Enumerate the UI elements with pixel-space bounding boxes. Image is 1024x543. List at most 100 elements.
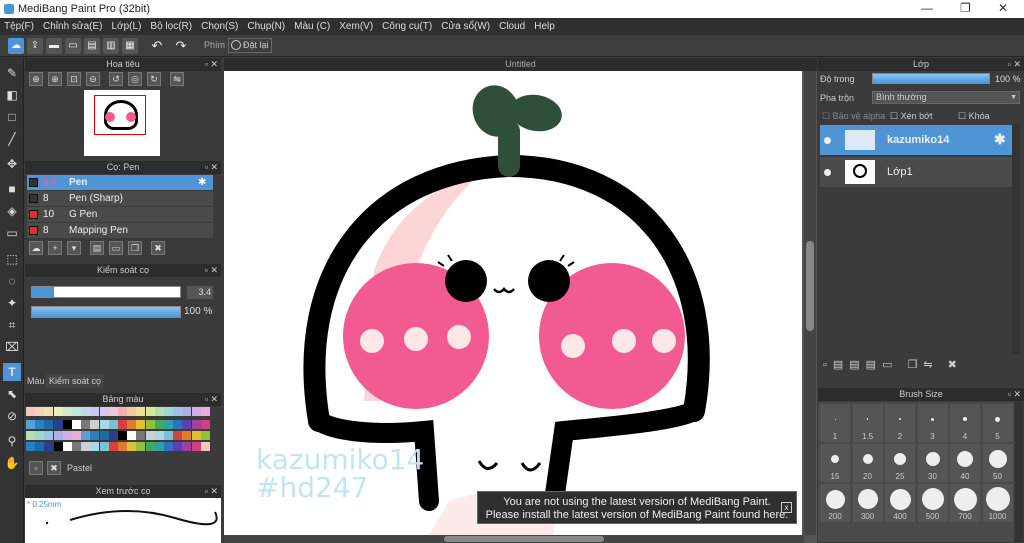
brush-size-cell[interactable]: 500	[917, 484, 948, 522]
brush-size-cell[interactable]: 3	[917, 404, 948, 442]
palette-swatch[interactable]	[200, 420, 210, 429]
close-icon[interactable]: ✕	[998, 1, 1008, 15]
magic-wand-icon[interactable]: ✦	[3, 294, 21, 312]
brush-size-cell[interactable]: 40	[950, 444, 980, 482]
restore-icon[interactable]: ❐	[960, 1, 971, 15]
panel-close-icon[interactable]: ▫ ✕	[205, 161, 218, 174]
fit-icon[interactable]: ⊡	[67, 72, 81, 86]
palette-swatch[interactable]	[44, 431, 54, 440]
menu-window[interactable]: Cửa sổ(W)	[441, 21, 490, 32]
palette-swatch[interactable]	[136, 420, 146, 429]
upload-icon[interactable]: ⇪	[27, 38, 43, 54]
palette-swatch[interactable]	[62, 431, 72, 440]
brush-size-cell[interactable]: 2	[885, 404, 915, 442]
palette-swatch[interactable]	[72, 420, 81, 429]
palette-swatch[interactable]	[118, 420, 127, 429]
eyedropper-icon[interactable]: ⚲	[3, 432, 21, 450]
folder-icon[interactable]: ▭	[109, 241, 123, 255]
palette-swatch[interactable]	[62, 407, 72, 416]
panel-close-icon[interactable]: ▫ ✕	[205, 485, 218, 498]
size-slider[interactable]	[31, 286, 181, 298]
palette-swatch[interactable]	[182, 442, 192, 451]
palette-swatch[interactable]	[35, 431, 45, 440]
palette-swatch[interactable]	[44, 442, 54, 451]
palette-swatch[interactable]	[173, 420, 183, 429]
layer-opacity-slider[interactable]	[872, 73, 990, 84]
palette-swatch[interactable]	[108, 442, 118, 451]
palette-swatch[interactable]	[35, 407, 45, 416]
lock-checkbox[interactable]: ☐ Khóa	[958, 111, 990, 122]
select-tool-icon[interactable]: ⬚	[3, 250, 21, 268]
undo-icon[interactable]: ↶	[149, 38, 165, 54]
palette-swatch[interactable]	[154, 431, 164, 440]
palette-swatch[interactable]	[182, 431, 192, 440]
horizontal-scrollbar[interactable]	[224, 535, 804, 543]
palette-swatch[interactable]	[191, 442, 201, 451]
update-notice[interactable]: You are not using the latest version of …	[477, 491, 797, 524]
palette-swatch[interactable]	[99, 442, 109, 451]
palette-swatch[interactable]	[99, 420, 109, 429]
vertical-scroll-thumb[interactable]	[806, 241, 814, 331]
reset-rotate-icon[interactable]: ◎	[128, 72, 142, 86]
brush-size-cell[interactable]: 300	[852, 484, 883, 522]
layer-row[interactable]: kazumiko14 ✱	[820, 125, 1012, 155]
brush-size-cell[interactable]: 400	[885, 484, 915, 522]
protect-alpha-checkbox[interactable]: ☐ Bảo vệ alpha	[822, 111, 885, 122]
palette-swatch[interactable]	[118, 431, 127, 440]
palette-swatch[interactable]	[182, 420, 192, 429]
palette-swatch[interactable]	[108, 420, 118, 429]
brush-size-cell[interactable]: 15	[820, 444, 850, 482]
palette-swatch[interactable]	[81, 407, 91, 416]
palette-swatch[interactable]	[136, 431, 146, 440]
visibility-icon[interactable]	[824, 169, 831, 176]
brush-size-cell[interactable]: 200	[820, 484, 850, 522]
palette-swatch[interactable]	[164, 420, 173, 429]
navigator-thumbnail[interactable]	[84, 90, 160, 156]
add-brush-icon[interactable]: +	[48, 241, 62, 255]
palette-swatch[interactable]	[145, 420, 155, 429]
gear-icon[interactable]: ✱	[198, 175, 206, 190]
palette-swatch[interactable]	[108, 431, 118, 440]
clipping-checkbox[interactable]: ☐ Xén bớt	[890, 111, 933, 122]
visibility-icon[interactable]	[824, 137, 831, 144]
rotate-left-icon[interactable]: ↺	[109, 72, 123, 86]
add-palette-icon[interactable]: ▫	[29, 461, 43, 475]
palette-swatch[interactable]	[26, 420, 35, 429]
brush-type-icon[interactable]: ▾	[67, 241, 81, 255]
tab-color[interactable]: Màu	[27, 376, 45, 386]
fill-rect-tool-icon[interactable]: ■	[3, 180, 21, 198]
page-icon[interactable]: ▤	[84, 38, 100, 54]
palette-swatch[interactable]	[173, 407, 183, 416]
zoom-in-2-icon[interactable]: ⊕	[48, 72, 62, 86]
palette-swatch[interactable]	[127, 420, 137, 429]
menu-capture[interactable]: Chụp(N)	[247, 21, 285, 32]
palette-swatch[interactable]	[26, 431, 35, 440]
grid-icon[interactable]: ▦	[122, 38, 138, 54]
palette-swatch[interactable]	[191, 420, 201, 429]
palette-swatch[interactable]	[99, 407, 109, 416]
palette-swatch[interactable]	[26, 442, 35, 451]
layer-toolbar[interactable]: ▫▤▤▤▭ ❐⇋ ✖	[823, 358, 1013, 371]
palette-swatch[interactable]	[72, 407, 81, 416]
comment-icon[interactable]: ▬	[46, 38, 62, 54]
palette-swatch[interactable]	[191, 431, 201, 440]
palette-swatch[interactable]	[182, 407, 192, 416]
size-value[interactable]: 3.4	[187, 286, 213, 299]
brush-item[interactable]: 3.4 Pen ✱	[27, 175, 213, 190]
palette-swatch[interactable]	[53, 407, 63, 416]
palette-swatch[interactable]	[44, 407, 54, 416]
palette-swatch[interactable]	[127, 407, 137, 416]
panel-close-icon[interactable]: ▫ ✕	[205, 393, 218, 406]
palette-swatch[interactable]	[99, 431, 109, 440]
flip-icon[interactable]: ⇋	[170, 72, 184, 86]
doc-icon[interactable]: ▥	[103, 38, 119, 54]
panel-close-icon[interactable]: ▫ ✕	[1008, 58, 1021, 71]
palette-swatch[interactable]	[44, 420, 54, 429]
lasso-tool-icon[interactable]: ◌	[3, 272, 21, 290]
menu-filter[interactable]: Bộ lọc(R)	[150, 21, 192, 32]
palette-swatch[interactable]	[173, 442, 183, 451]
menu-layer[interactable]: Lớp(L)	[112, 21, 142, 32]
palette-swatch[interactable]	[53, 431, 63, 440]
select-pen-icon[interactable]: ⌗	[3, 316, 21, 334]
palette-swatch[interactable]	[81, 420, 91, 429]
